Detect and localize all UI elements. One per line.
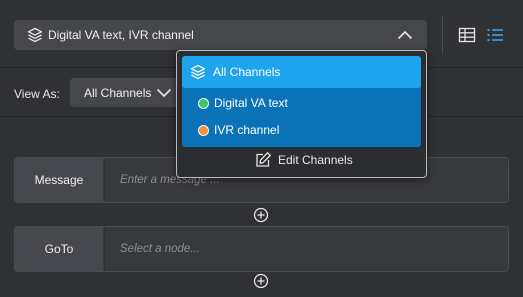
toolbar-divider	[442, 16, 443, 54]
table-icon	[458, 27, 476, 43]
chevron-down-icon	[156, 88, 172, 98]
list-view-button[interactable]	[486, 26, 504, 44]
channel-option-label: Digital VA text	[214, 96, 288, 110]
channel-select[interactable]: Digital VA text, IVR channel	[14, 20, 427, 50]
channel-option-label: IVR channel	[214, 123, 280, 137]
goto-node: GoTo Select a node...	[14, 226, 509, 272]
goto-node-label: GoTo	[15, 227, 104, 271]
chevron-up-icon	[397, 30, 413, 40]
channel-option-ivr-channel[interactable]: IVR channel	[198, 122, 279, 138]
view-as-value: All Channels	[84, 86, 152, 100]
list-icon	[487, 29, 503, 41]
channel-option-digital-va-text[interactable]: Digital VA text	[198, 95, 288, 111]
channel-select-value: Digital VA text, IVR channel	[48, 28, 194, 42]
layers-icon	[27, 27, 43, 43]
node-select-input[interactable]: Select a node...	[105, 227, 508, 271]
channel-dropdown: All Channels Digital VA text IVR channel…	[176, 50, 427, 178]
status-dot-icon	[198, 97, 209, 109]
edit-icon	[256, 152, 271, 167]
channel-options: All Channels Digital VA text IVR channel	[182, 56, 421, 147]
status-dot-icon	[198, 124, 209, 136]
add-node-button[interactable]	[253, 273, 269, 289]
edit-channels-button[interactable]: Edit Channels	[254, 150, 353, 170]
add-node-button[interactable]	[253, 207, 269, 223]
plus-circle-icon	[253, 273, 269, 289]
layers-icon	[190, 64, 206, 80]
table-view-button[interactable]	[458, 26, 476, 44]
all-channels-option[interactable]: All Channels	[182, 56, 421, 88]
plus-circle-icon	[253, 207, 269, 223]
view-as-select[interactable]: All Channels	[70, 78, 190, 107]
view-as-label: View As:	[14, 87, 60, 101]
edit-channels-label: Edit Channels	[278, 153, 353, 167]
message-node-label: Message	[15, 158, 104, 202]
all-channels-label: All Channels	[213, 65, 281, 79]
